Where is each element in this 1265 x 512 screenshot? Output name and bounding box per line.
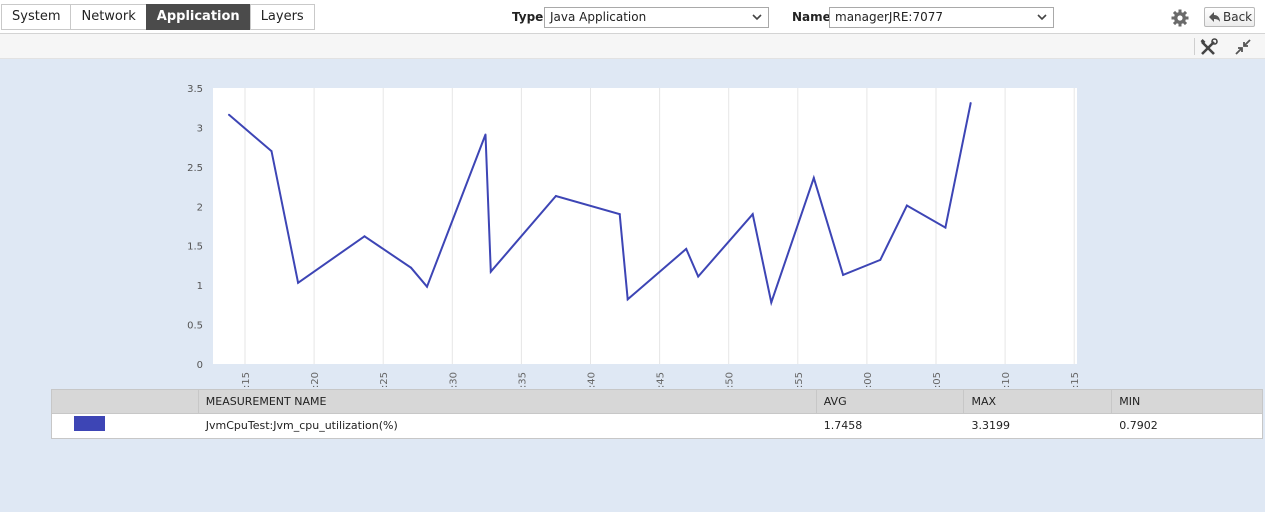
plot-area [213,88,1077,364]
x-tick-label: :10 [1001,372,1012,388]
table-row[interactable]: JvmCpuTest:Jvm_cpu_utilization(%) 1.7458… [52,414,1262,438]
tab-network[interactable]: Network [70,4,147,30]
data-point[interactable] [969,101,972,104]
y-tick-label: 0.5 [187,321,203,332]
column-header-min[interactable]: MIN [1112,390,1262,413]
type-select[interactable]: Java Application [544,7,769,28]
series-color-swatch [74,416,105,431]
y-tick-label: 2.5 [187,163,203,174]
data-point[interactable] [410,266,413,269]
column-header-color [52,390,199,413]
y-tick-label: 3 [197,123,203,134]
type-select-value: Java Application [550,10,647,24]
data-point[interactable] [270,150,273,153]
type-label: Type [512,10,544,24]
data-point[interactable] [554,195,557,198]
data-point[interactable] [626,298,629,301]
x-tick-label: :30 [448,372,459,388]
data-point[interactable] [812,176,815,179]
chevron-down-icon [752,14,762,21]
measurement-name: JvmCpuTest:Jvm_cpu_utilization(%) [205,419,398,432]
y-tick-label: 0 [197,360,203,371]
y-axis: 0 0.5 1 1.5 2 2.5 3 3.5 [187,84,203,371]
data-point[interactable] [489,270,492,273]
max-value: 3.3199 [971,419,1010,432]
x-tick-label: :15 [241,372,252,388]
series-color-cell [52,414,199,438]
data-point[interactable] [685,247,688,250]
y-tick-label: 3.5 [187,84,203,95]
toolbar-divider [1194,38,1195,55]
name-label: Name [792,10,831,24]
data-point[interactable] [426,285,429,288]
x-tick-label: :05 [932,372,943,388]
name-select[interactable]: managerJRE:7077 [829,7,1054,28]
back-arrow-icon [1209,12,1220,22]
data-point[interactable] [618,213,621,216]
chart-toolbar [0,34,1265,59]
data-point[interactable] [944,226,947,229]
column-header-avg[interactable]: AVG [817,390,965,413]
table-header: MEASUREMENT NAME AVG MAX MIN [52,390,1262,414]
data-point[interactable] [697,275,700,278]
x-tick-label: :20 [310,372,321,388]
data-point[interactable] [842,273,845,276]
cpu-utilization-chart: 0 0.5 1 1.5 2 2.5 3 3.5 :15 :20 :25 :30 :35 :40 :45 :5… [187,84,1081,388]
y-tick-label: 2 [197,202,203,213]
tab-layers[interactable]: Layers [249,4,315,30]
name-select-value: managerJRE:7077 [835,10,943,24]
back-button[interactable]: Back [1204,7,1255,27]
gear-icon[interactable] [1170,8,1190,28]
measurement-table: MEASUREMENT NAME AVG MAX MIN JvmCpuTest:… [51,389,1263,439]
data-point[interactable] [363,235,366,238]
data-point[interactable] [227,113,230,116]
tab-system[interactable]: System [1,4,72,30]
y-tick-label: 1 [197,281,203,292]
top-toolbar: System Network Application Layers Type J… [0,0,1265,34]
x-tick-label: :15 [1070,372,1081,388]
data-point[interactable] [879,258,882,261]
data-point[interactable] [751,213,754,216]
collapse-icon[interactable] [1233,37,1253,57]
x-tick-label: :25 [379,372,390,388]
x-tick-label: :40 [587,372,598,388]
data-point[interactable] [905,204,908,207]
column-header-max[interactable]: MAX [964,390,1113,413]
x-axis: :15 :20 :25 :30 :35 :40 :45 :50 :55 :00 :05 :10 :15 [241,372,1081,388]
min-value: 0.7902 [1119,419,1158,432]
x-tick-label: :55 [794,372,805,388]
avg-value: 1.7458 [823,419,863,432]
tools-icon[interactable] [1199,37,1219,57]
view-tabs: System Network Application Layers [1,4,315,30]
column-header-measurement-name[interactable]: MEASUREMENT NAME [199,390,817,413]
y-tick-label: 1.5 [187,242,203,253]
back-button-label: Back [1223,10,1253,24]
data-point[interactable] [484,133,487,136]
data-point[interactable] [297,281,300,284]
chevron-down-icon [1037,14,1047,21]
x-tick-label: :00 [863,372,874,388]
data-point[interactable] [770,301,773,304]
x-tick-label: :35 [517,372,528,388]
tab-application[interactable]: Application [145,4,251,30]
x-tick-label: :45 [656,372,667,388]
x-tick-label: :50 [725,372,736,388]
